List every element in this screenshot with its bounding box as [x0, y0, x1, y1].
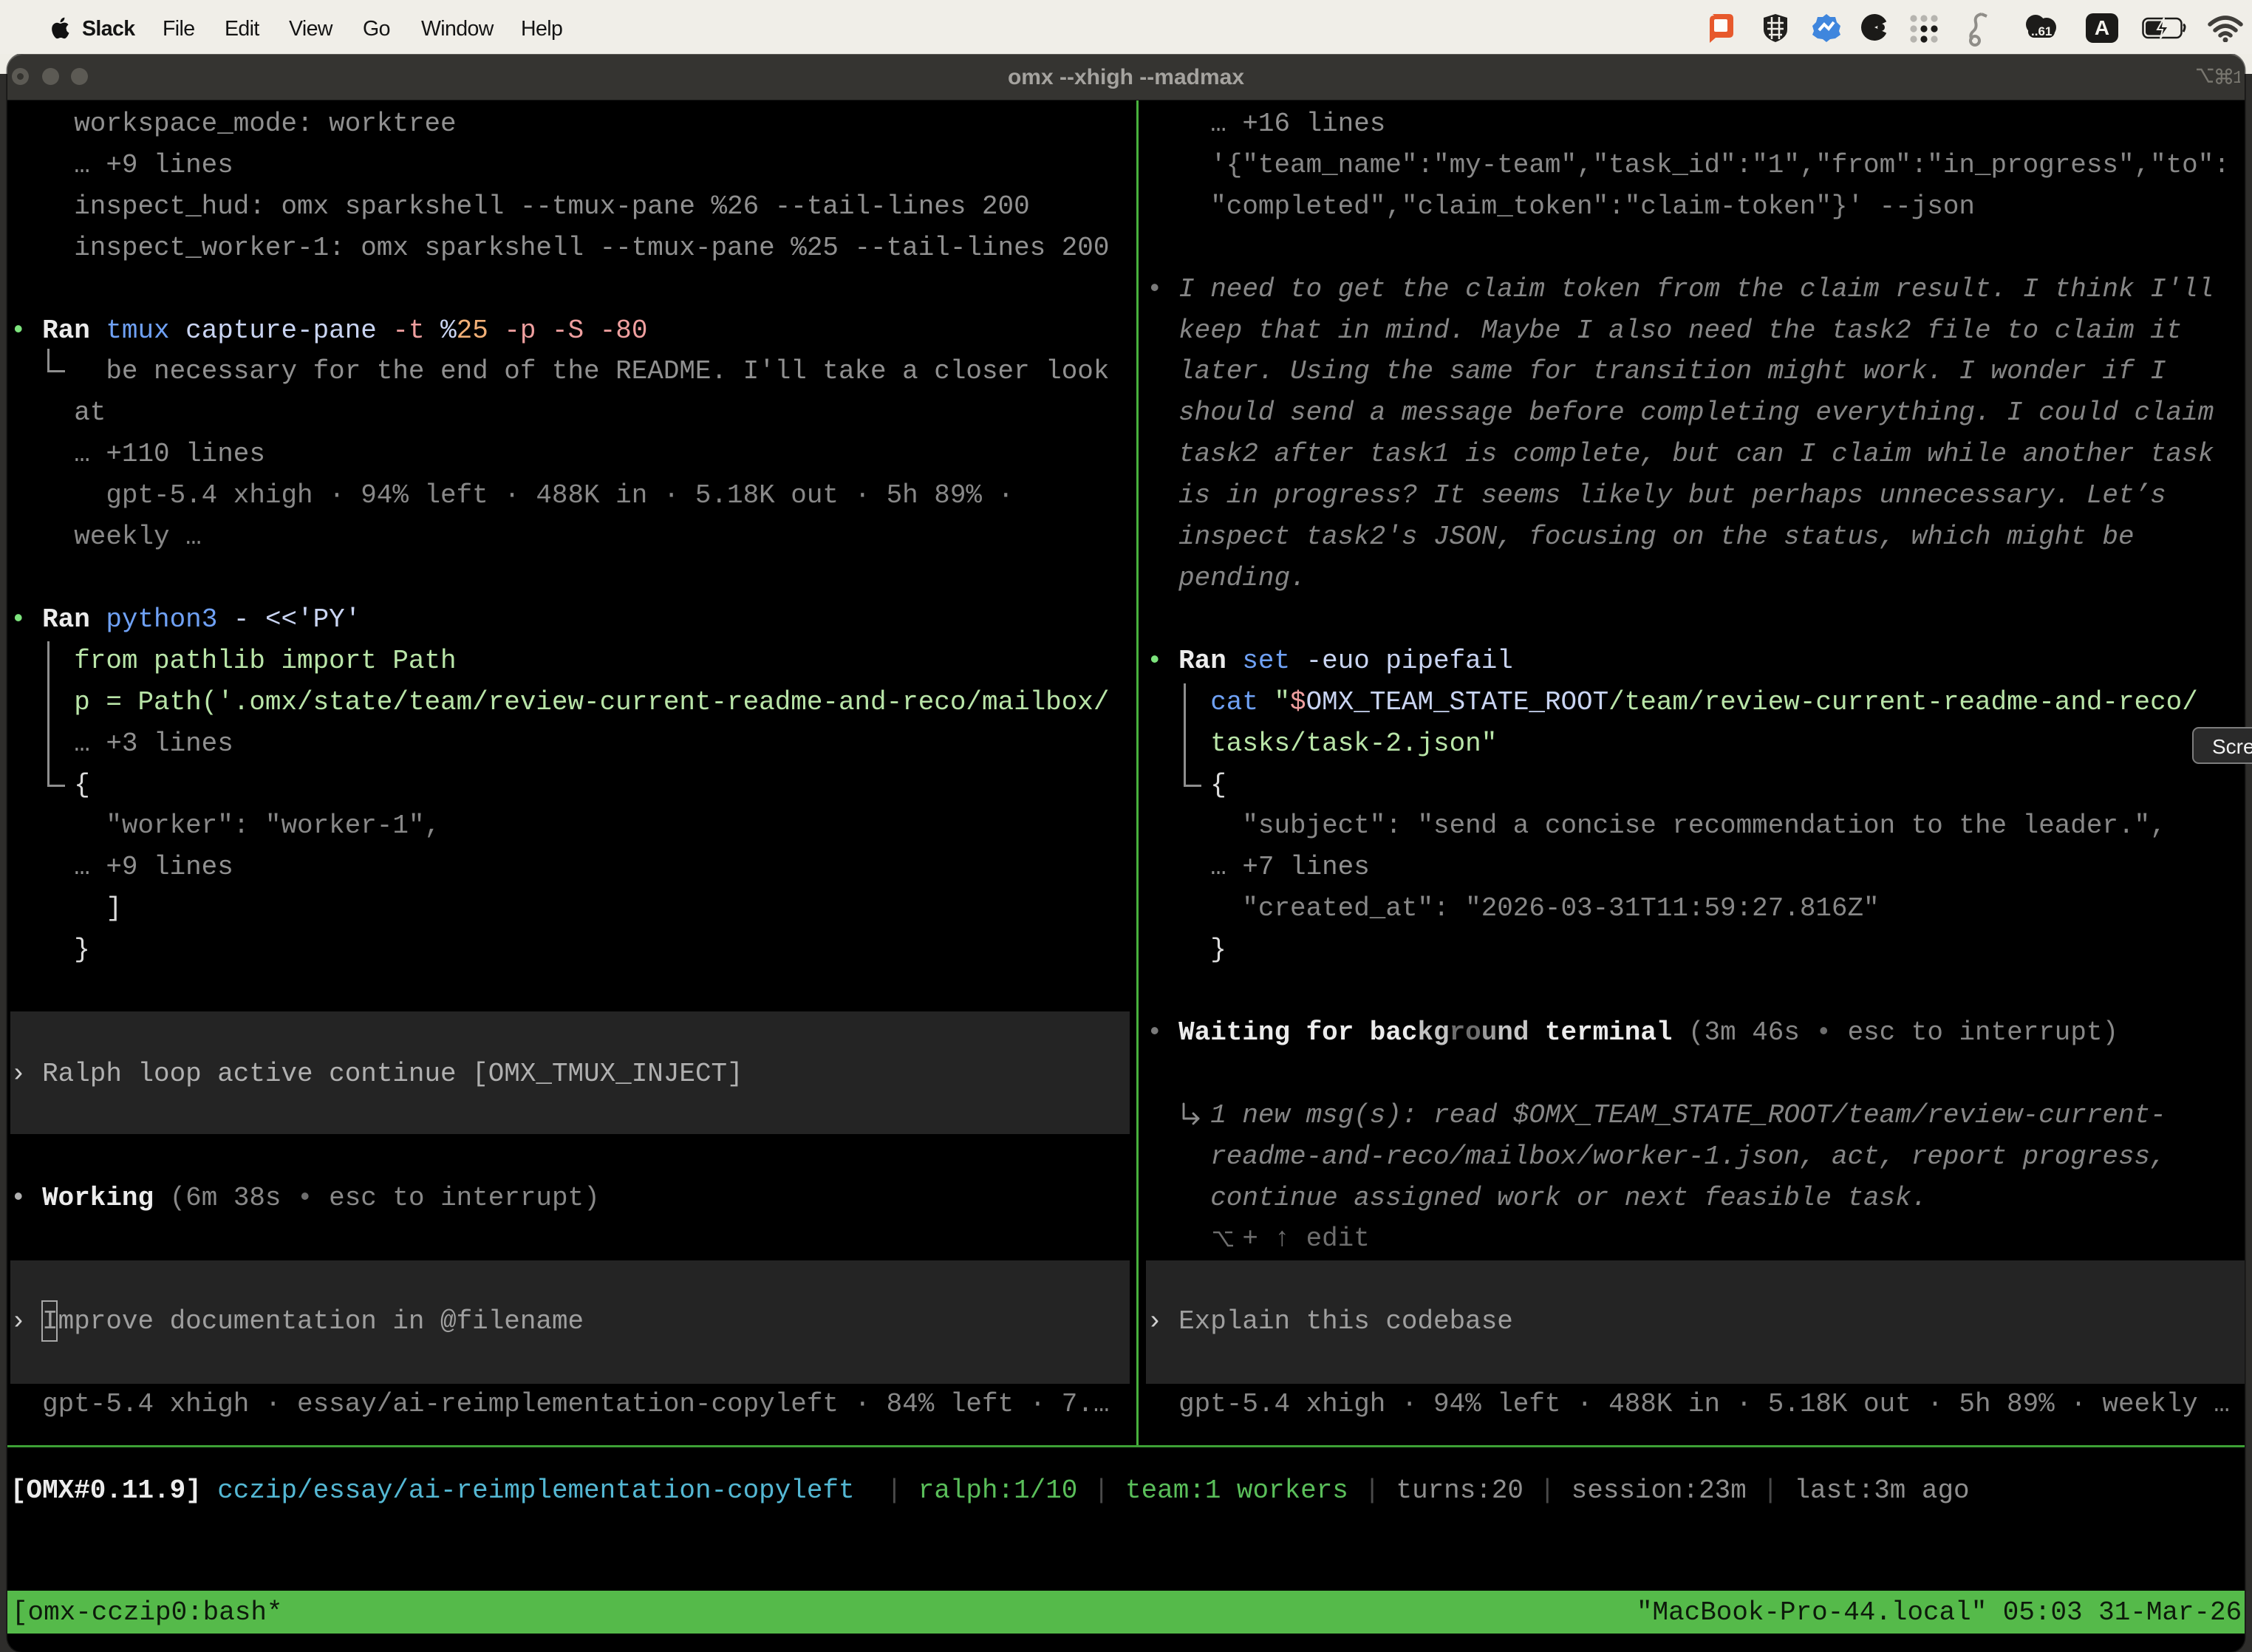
svg-text:..61: ..61: [2031, 24, 2052, 38]
svg-text:1: 1: [2233, 69, 2240, 86]
